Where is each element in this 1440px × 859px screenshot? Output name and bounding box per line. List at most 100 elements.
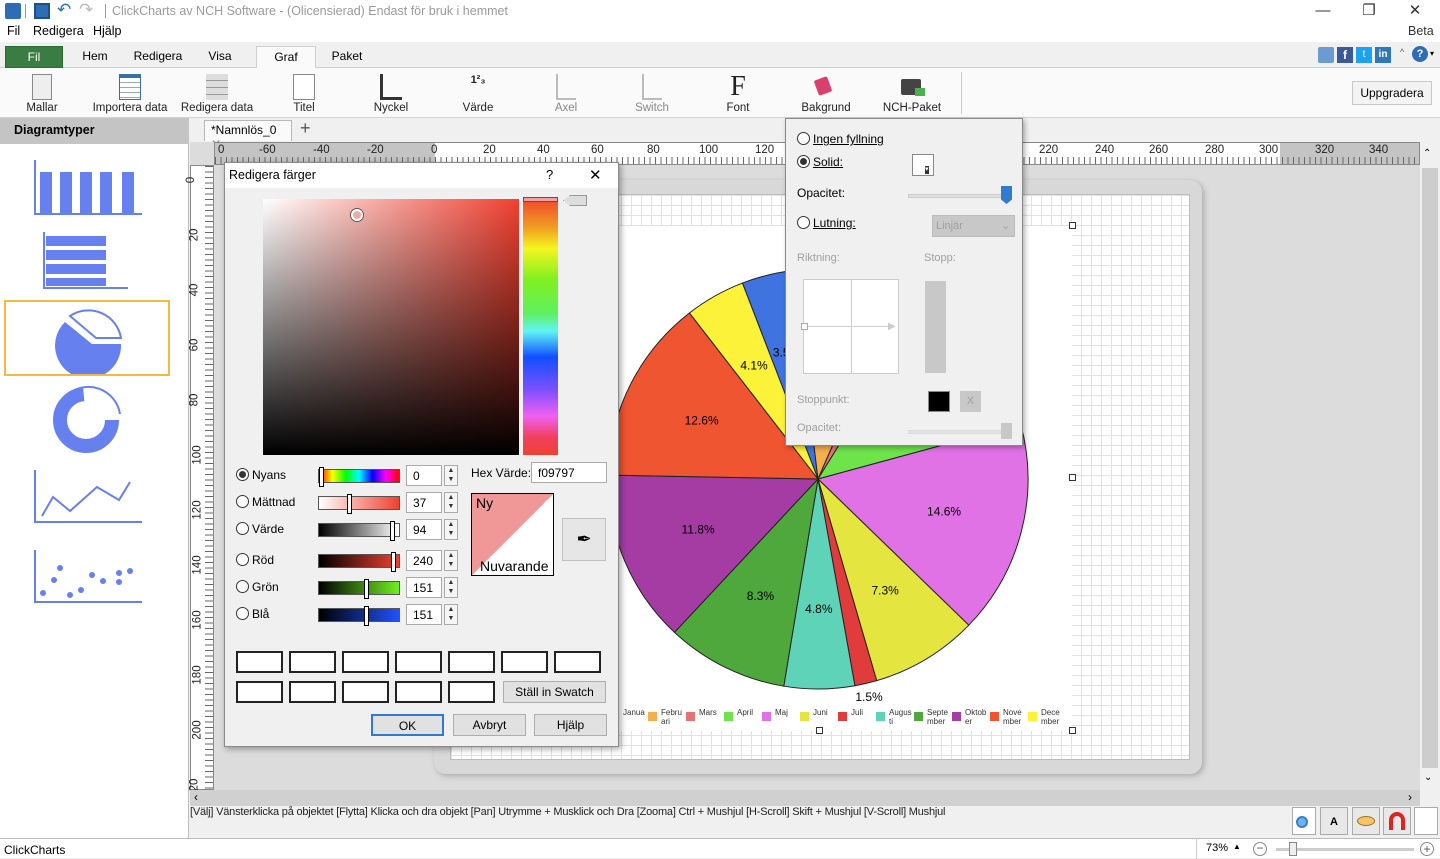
no-fill-label[interactable]: Ingen fyllning: [813, 132, 884, 146]
direction-end-handle[interactable]: ▶: [888, 321, 896, 332]
opacity-slider[interactable]: [908, 186, 1012, 204]
menu-file[interactable]: Fil: [7, 24, 20, 38]
radio-värde[interactable]: [236, 522, 249, 535]
value-input-värde[interactable]: 94: [406, 519, 442, 540]
legend-button[interactable]: Nyckel: [368, 70, 414, 116]
background-button[interactable]: Bakgrund: [798, 70, 854, 116]
slider-thumb[interactable]: [390, 521, 396, 541]
color-swatch[interactable]: [236, 681, 283, 703]
maximize-button[interactable]: ❐: [1346, 0, 1392, 22]
radio-mättnad[interactable]: [236, 495, 249, 508]
save-icon[interactable]: [34, 3, 50, 19]
spin-button[interactable]: ▲ ▼: [444, 492, 458, 513]
slider-värde[interactable]: [318, 521, 400, 541]
nch-suite-button[interactable]: NCH-Paket: [880, 70, 944, 116]
slider-röd[interactable]: [318, 552, 400, 572]
eyedropper-button[interactable]: ✒: [562, 518, 606, 561]
spin-button[interactable]: ▲ ▼: [444, 465, 458, 486]
color-picker-cursor[interactable]: [351, 209, 363, 221]
hue-bar[interactable]: [523, 197, 558, 455]
document-tab[interactable]: *Namnlös_0 ✕: [204, 120, 292, 151]
color-swatch[interactable]: [342, 681, 389, 703]
solid-radio[interactable]: [797, 155, 810, 168]
upgrade-button[interactable]: Uppgradera: [1352, 81, 1432, 105]
switch-button[interactable]: Switch: [630, 70, 674, 116]
dialog-close-button[interactable]: ✕: [589, 166, 602, 184]
color-swatch[interactable]: [342, 651, 389, 673]
value-input-röd[interactable]: 240: [406, 550, 442, 571]
tab-view[interactable]: Visa: [198, 46, 242, 68]
radio-blå[interactable]: [236, 607, 249, 620]
like-icon[interactable]: [1318, 47, 1334, 63]
zoom-in-button[interactable]: +: [1420, 842, 1434, 856]
view-grid-icon[interactable]: [1352, 807, 1380, 835]
help-dropdown-icon[interactable]: ▾: [1430, 49, 1434, 58]
tab-graph[interactable]: Graf: [256, 46, 316, 69]
page-layout-icon[interactable]: [1414, 807, 1438, 835]
solid-label[interactable]: Solid:: [813, 155, 843, 169]
tab-file[interactable]: Fil: [5, 46, 63, 68]
gradient-label[interactable]: Lutning:: [813, 216, 856, 230]
zoom-slider-thumb[interactable]: [1289, 842, 1297, 856]
slider-blå[interactable]: [318, 606, 400, 626]
zoom-out-button[interactable]: −: [1253, 842, 1267, 856]
twitter-icon[interactable]: t: [1356, 47, 1372, 63]
chart-type-column[interactable]: [4, 152, 170, 228]
collapse-ribbon-icon[interactable]: ^: [1400, 47, 1404, 57]
font-button[interactable]: F Font: [718, 70, 758, 116]
radio-grön[interactable]: [236, 580, 249, 593]
ok-button[interactable]: OK: [371, 714, 444, 736]
radio-nyans[interactable]: [236, 468, 249, 481]
color-swatch[interactable]: [501, 651, 548, 673]
gradient-type-select[interactable]: Linjär ⌄: [932, 215, 1015, 237]
slider-mättnad[interactable]: [318, 494, 400, 514]
saturation-value-picker[interactable]: [263, 199, 519, 455]
vertical-scrollbar[interactable]: ⌃ ⌄: [1420, 142, 1440, 790]
resize-handle[interactable]: [816, 727, 823, 734]
help-button[interactable]: Hjälp: [534, 714, 607, 736]
slider-thumb[interactable]: [364, 606, 369, 626]
gradient-radio[interactable]: [797, 216, 810, 229]
color-swatch[interactable]: [395, 681, 442, 703]
dialog-help-button[interactable]: ?: [546, 167, 553, 182]
stop-color-picker[interactable]: [928, 391, 950, 412]
chart-type-doughnut[interactable]: [4, 380, 170, 456]
solid-color-picker[interactable]: ▾: [912, 154, 934, 176]
spin-button[interactable]: ▲ ▼: [444, 604, 458, 625]
title-button[interactable]: Titel: [284, 70, 324, 116]
zoom-slider[interactable]: [1276, 842, 1414, 856]
slider-thumb[interactable]: [319, 467, 324, 487]
menu-help[interactable]: Hjälp: [93, 24, 122, 38]
spin-button[interactable]: ▲ ▼: [444, 519, 458, 540]
help-icon[interactable]: ?: [1412, 46, 1428, 62]
value-input-blå[interactable]: 151: [406, 604, 442, 625]
menu-edit[interactable]: Redigera: [33, 24, 84, 38]
chart-type-bar[interactable]: [4, 226, 170, 302]
spin-button[interactable]: ▲ ▼: [444, 550, 458, 571]
radio-röd[interactable]: [236, 553, 249, 566]
value-button[interactable]: 1²₃ Värde: [456, 70, 500, 116]
linkedin-icon[interactable]: in: [1375, 47, 1391, 63]
hue-bar-marker[interactable]: [523, 197, 558, 202]
resize-handle[interactable]: [1069, 727, 1076, 734]
horizontal-scrollbar[interactable]: ‹ ›: [190, 790, 1420, 806]
color-swatch[interactable]: [448, 651, 495, 673]
remove-stop-button[interactable]: X: [960, 391, 981, 412]
scroll-down-icon[interactable]: ⌄: [1424, 772, 1432, 783]
import-data-button[interactable]: Importera data: [90, 70, 170, 116]
hex-input[interactable]: f09797: [531, 462, 607, 483]
vertical-scroll-thumb[interactable]: [1422, 168, 1438, 768]
slider-thumb[interactable]: [390, 552, 396, 572]
no-fill-radio[interactable]: [797, 132, 810, 145]
new-tab-button[interactable]: +: [300, 118, 311, 139]
scroll-right-icon[interactable]: ›: [1408, 790, 1412, 804]
color-swatch[interactable]: [554, 651, 601, 673]
slider-thumb[interactable]: [347, 494, 353, 514]
stop-opacity-slider[interactable]: [908, 423, 1012, 439]
tab-home[interactable]: Hem: [72, 46, 118, 68]
direction-start-handle[interactable]: [801, 323, 808, 330]
axis-button[interactable]: Axel: [544, 70, 588, 116]
spin-button[interactable]: ▲ ▼: [444, 577, 458, 598]
color-swatch[interactable]: [289, 651, 336, 673]
color-swatch[interactable]: [395, 651, 442, 673]
